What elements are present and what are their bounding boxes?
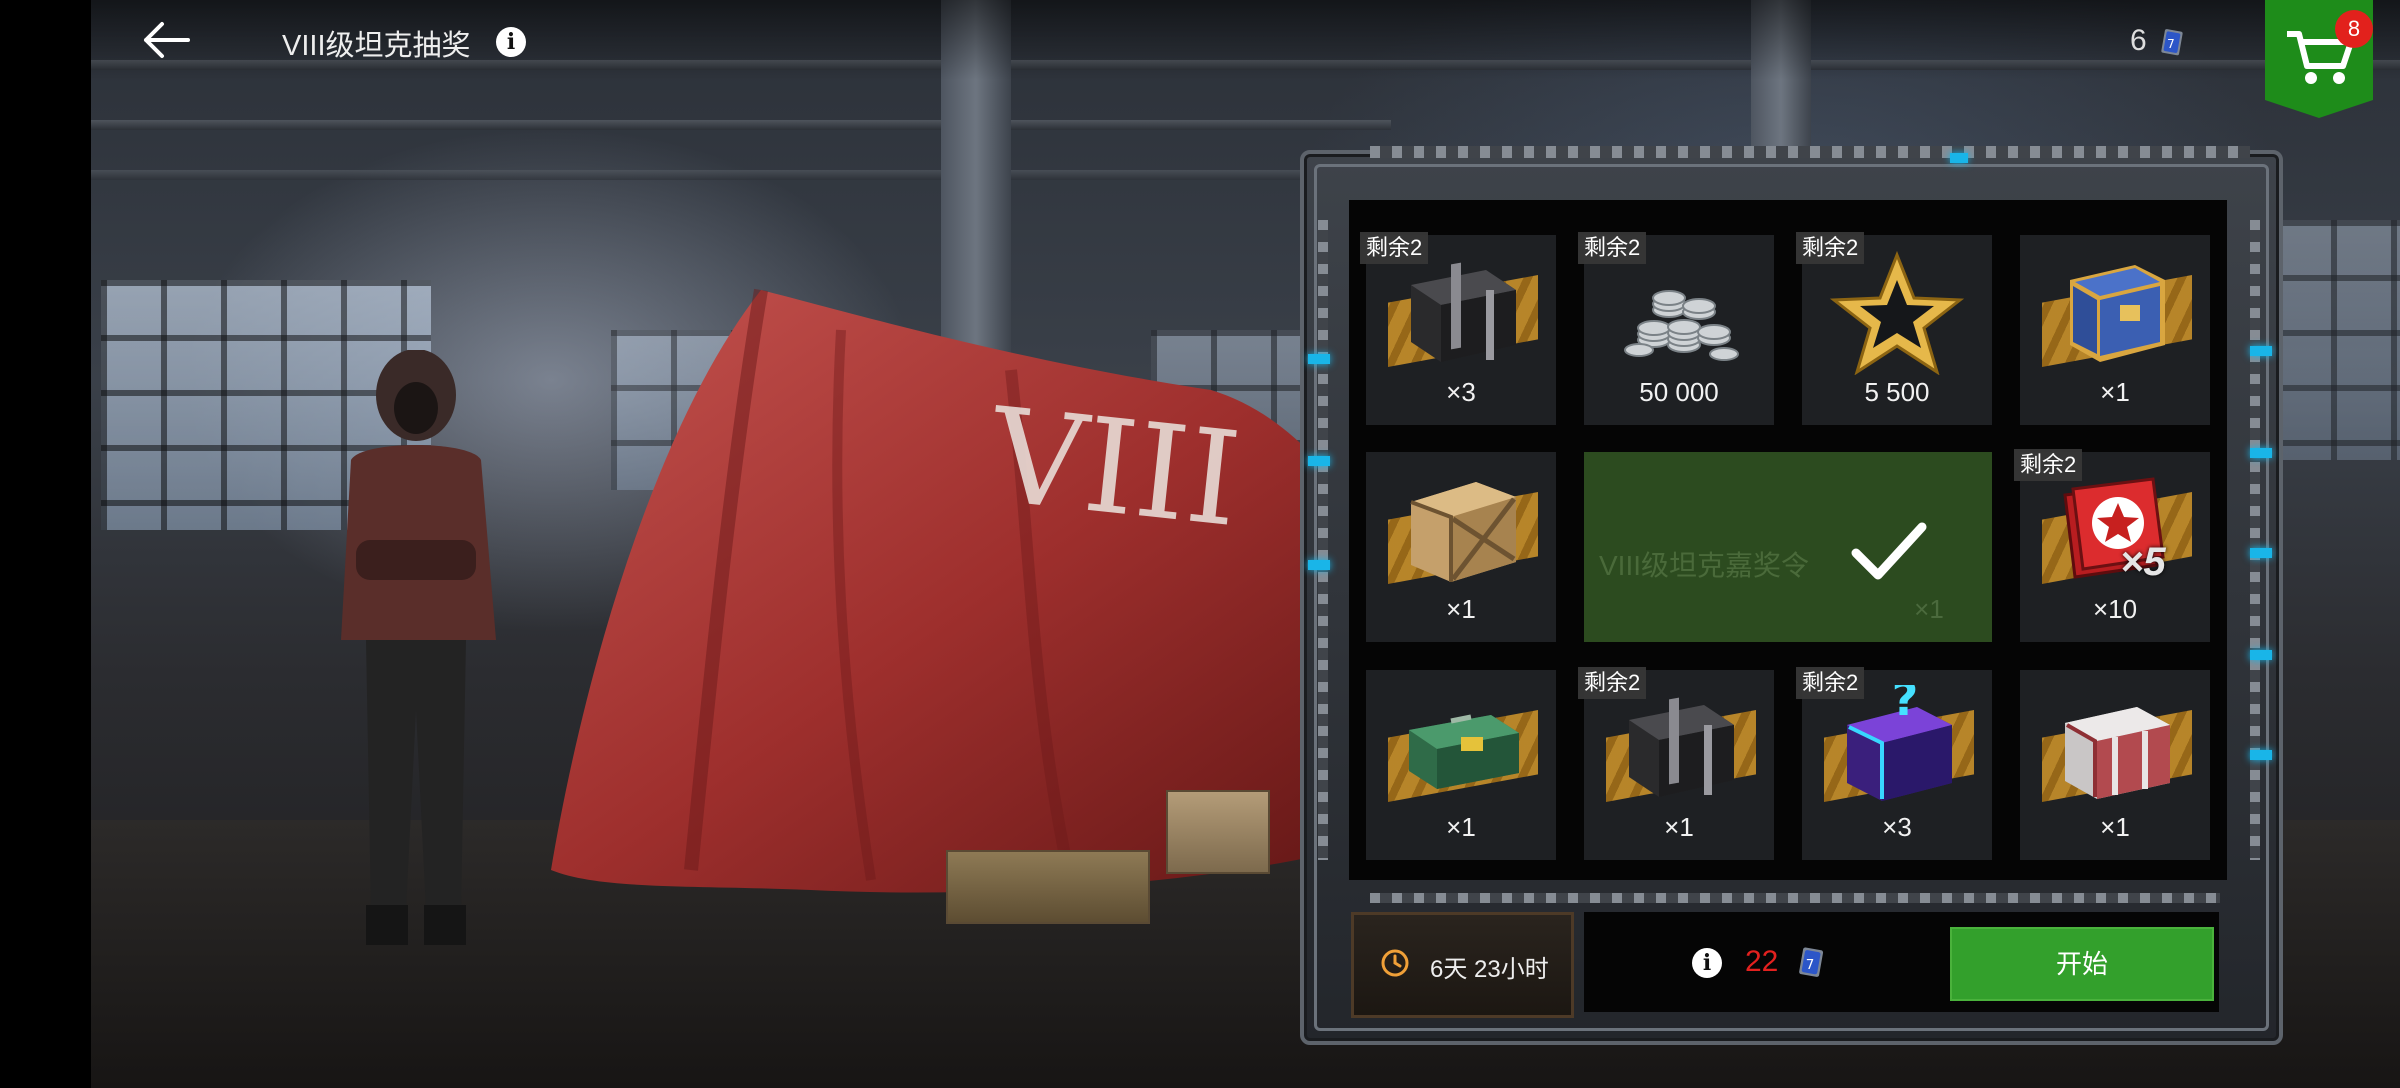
white-red-container-icon — [2065, 707, 2170, 799]
background-crate — [1166, 790, 1270, 874]
back-arrow-icon[interactable] — [138, 18, 194, 62]
won-reward-slot[interactable]: VIII级坦克嘉奖令 ×1 — [1584, 452, 1992, 642]
silver-coins-icon — [1624, 290, 1739, 361]
frame-indicator-light — [1308, 354, 1330, 364]
frame-indicator-light — [1950, 153, 1968, 163]
frame-indicator-light — [1308, 560, 1330, 570]
mystery-container-icon: ? — [1847, 685, 1952, 801]
info-icon[interactable]: i — [496, 27, 526, 57]
covered-tank-tarp: VIII — [551, 288, 1411, 893]
wooden-crate-icon — [1410, 482, 1516, 582]
start-button[interactable]: 开始 — [1950, 927, 2214, 1001]
remaining-tag: 剩余2 — [1578, 232, 1647, 264]
draw-cost: 22 — [1745, 945, 1779, 978]
remaining-tag: 剩余2 — [1796, 667, 1865, 699]
remaining-tag: 剩余2 — [1360, 232, 1429, 264]
frame-rivets — [1370, 893, 2220, 903]
gold-star-icon — [1829, 250, 1965, 375]
remaining-tag: 剩余2 — [1578, 667, 1647, 699]
cost-info-icon[interactable]: i — [1692, 948, 1722, 978]
frame-rivets — [1318, 220, 1328, 860]
reward-quantity: ×1 — [1446, 812, 1476, 842]
svg-text:7: 7 — [1806, 957, 1815, 973]
svg-text:?: ? — [1892, 685, 1919, 726]
token-balance: 6 7 — [2130, 24, 2187, 58]
roof-beam — [91, 120, 1391, 130]
reward-slot-4[interactable]: ×1 — [2020, 235, 2210, 425]
reward-quantity: ×1 — [1664, 812, 1694, 842]
clock-icon — [1381, 949, 1409, 977]
token-balance-value: 6 — [2130, 24, 2147, 57]
frame-rivets — [1370, 146, 2250, 158]
hangar-window — [2271, 220, 2400, 460]
reward-quantity: ×1 — [2100, 377, 2130, 407]
reward-slot-7[interactable]: ×1 — [1366, 670, 1556, 860]
svg-text:7: 7 — [2167, 37, 2175, 51]
remaining-tag: 剩余2 — [2014, 449, 2083, 481]
frame-indicator-light — [2250, 750, 2272, 760]
roof-beam — [91, 170, 1391, 180]
green-case-icon — [1409, 714, 1519, 789]
frame-rivets — [2250, 220, 2260, 860]
black-container-icon — [1411, 262, 1516, 362]
reward-quantity: ×1 — [2100, 812, 2130, 842]
black-container-icon — [1629, 697, 1734, 797]
reward-slot-10[interactable]: ×1 — [2020, 670, 2210, 860]
frame-indicator-light — [2250, 448, 2272, 458]
event-timer: 6天 23小时 — [1351, 912, 1574, 1018]
won-reward-name: VIII级坦克嘉奖令 — [1599, 550, 1810, 581]
blue-gold-container-icon — [2070, 265, 2165, 362]
cart-count-badge: 8 — [2335, 10, 2373, 48]
reward-quantity: ×3 — [1446, 377, 1476, 407]
won-reward-quantity: ×1 — [1914, 594, 1944, 624]
reward-quantity: ×1 — [1446, 594, 1476, 624]
reward-slot-5[interactable]: ×1 — [1366, 452, 1556, 642]
background-crate — [946, 850, 1150, 924]
lottery-token-icon: 7 — [2161, 29, 2183, 56]
reward-quantity: ×3 — [1882, 812, 1912, 842]
page-title: VIII级坦克抽奖 — [282, 30, 471, 62]
boost-multiplier-overlay: ×5 — [2120, 540, 2166, 584]
reward-quantity: 5 500 — [1864, 377, 1930, 407]
remaining-tag: 剩余2 — [1796, 232, 1865, 264]
frame-indicator-light — [2250, 346, 2272, 356]
frame-indicator-light — [2250, 650, 2272, 660]
reward-quantity: ×10 — [2092, 594, 2138, 624]
reward-quantity: 50 000 — [1639, 377, 1719, 407]
checkmark-icon — [1851, 522, 1927, 580]
tarp-roman-numeral: VIII — [982, 379, 1246, 556]
timer-remaining: 6天 23小时 — [1430, 956, 1549, 983]
lottery-token-icon: 7 — [1799, 947, 1824, 977]
frame-indicator-light — [1308, 456, 1330, 466]
frame-indicator-light — [2250, 548, 2272, 558]
hooded-soldier — [341, 350, 496, 945]
